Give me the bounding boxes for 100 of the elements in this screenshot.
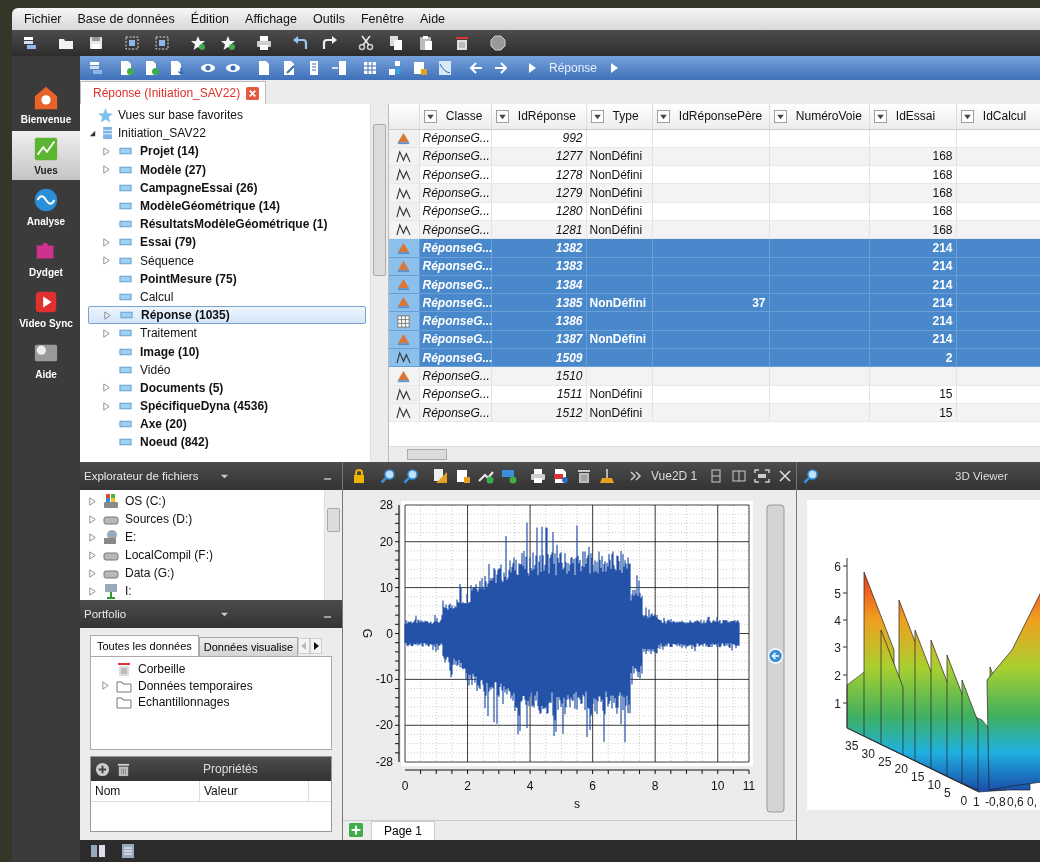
tick-label: 3: [834, 641, 841, 655]
table-cell: 168: [869, 165, 956, 184]
drive-item[interactable]: Data (G:): [88, 564, 324, 582]
tree-item[interactable]: Documents (5): [88, 378, 370, 397]
column-header[interactable]: Nom: [91, 781, 200, 801]
tree-item[interactable]: Noeud (842): [88, 433, 370, 452]
tick-label: -10: [375, 672, 393, 687]
page-tab[interactable]: Page 1: [371, 821, 436, 840]
tick-label: 20: [894, 762, 908, 777]
sidebar-item[interactable]: Vues: [12, 131, 80, 180]
menu-item[interactable]: Outils: [304, 12, 353, 26]
column-header[interactable]: NuméroVoie: [769, 104, 869, 129]
table-cell: RéponseG...: [419, 165, 491, 184]
view-title: Vue2D 1: [651, 469, 698, 483]
table-cell: 992: [491, 129, 586, 148]
tree-item[interactable]: Calcul: [88, 287, 370, 307]
tick-label: 35: [845, 739, 859, 753]
table-cell: RéponseG...: [419, 129, 491, 148]
sidebar-item[interactable]: Analyse: [12, 182, 80, 231]
panel-title: 3D Viewer: [955, 470, 1008, 482]
tree-item[interactable]: Corbeille: [101, 661, 331, 678]
tick-label: 10: [711, 779, 725, 793]
panel-title: Propriétés: [203, 762, 258, 776]
tree-item[interactable]: ModèleGéométrique (14): [88, 196, 370, 216]
tree-item[interactable]: Vidéo: [88, 360, 370, 379]
tick-label: 28: [379, 498, 393, 512]
sidebar-item[interactable]: Aide: [12, 335, 80, 384]
menu-item[interactable]: Base de données: [69, 12, 183, 26]
menu-item[interactable]: Affichage: [237, 12, 305, 26]
menu-item[interactable]: Aide: [412, 12, 454, 26]
tick-label: 2: [464, 779, 471, 793]
tree-item[interactable]: RésultatsModèleGéométrique (1): [88, 215, 370, 234]
column-header[interactable]: IdEssai: [869, 104, 956, 129]
tree-item[interactable]: Modèle (27): [88, 160, 370, 179]
tick-label: 25: [878, 754, 892, 769]
tree-item[interactable]: PointMesure (75): [88, 269, 370, 288]
table-cell: 15: [869, 385, 956, 404]
sidebar-item[interactable]: Dydget: [12, 233, 80, 282]
tree-item[interactable]: Vues sur base favorites: [88, 106, 370, 125]
sidebar-item[interactable]: Video Sync: [12, 284, 80, 333]
tick-label: 0,: [1027, 795, 1037, 809]
tick-label: 1: [973, 795, 980, 809]
table-cell: NonDéfini: [586, 385, 652, 404]
column-header[interactable]: IdRéponse: [491, 104, 586, 129]
tick-label: 4: [526, 779, 534, 793]
tree-item[interactable]: Projet (14): [88, 142, 370, 161]
tick-label: 6: [834, 560, 841, 574]
tree-item[interactable]: CampagneEssai (26): [88, 178, 370, 197]
column-header[interactable]: Classe: [419, 104, 491, 129]
tree-item[interactable]: Données temporaires: [101, 677, 331, 694]
tick-label: 1: [834, 697, 841, 711]
axis-title: G: [360, 628, 374, 639]
tick-label: 11: [742, 779, 756, 793]
drive-item[interactable]: I:: [88, 582, 324, 600]
panel-title: Portfolio: [83, 608, 128, 620]
menu-item[interactable]: Fenêtre: [352, 12, 412, 26]
tick-label: -0,8: [985, 795, 1006, 809]
tick-label: 0,6: [1007, 795, 1024, 809]
drive-item[interactable]: E:: [88, 528, 324, 546]
tree-item[interactable]: Initiation_SAV22: [88, 124, 370, 143]
sidebar-item[interactable]: Bienvenue: [12, 80, 80, 129]
tick-label: 0: [401, 779, 409, 793]
column-header[interactable]: Type: [586, 104, 652, 129]
drive-item[interactable]: LocalCompil (F:): [88, 546, 324, 564]
drive-item[interactable]: OS (C:): [88, 492, 324, 510]
tick-label: 0: [960, 793, 968, 808]
tree-item[interactable]: Séquence: [88, 251, 370, 270]
document-tab[interactable]: Réponse (Initiation_SAV22): [80, 81, 267, 104]
table-cell: RéponseG...: [419, 202, 491, 221]
menu-item[interactable]: Fichier: [16, 12, 70, 26]
drive-item[interactable]: Sources (D:): [88, 510, 324, 528]
tree-item[interactable]: SpécifiqueDyna (4536): [88, 397, 370, 416]
table-cell: 1278: [491, 165, 586, 184]
table-cell: 1280: [491, 202, 586, 221]
tree-item[interactable]: Echantillonnages: [101, 694, 331, 711]
table-cell: 168: [869, 202, 956, 221]
column-header[interactable]: Valeur: [200, 781, 309, 801]
table-cell: RéponseG...: [419, 385, 491, 404]
column-header[interactable]: IdRéponsePère: [652, 104, 769, 129]
tick-label: 30: [861, 746, 875, 761]
menu-item[interactable]: Édition: [182, 12, 238, 26]
tree-item[interactable]: Axe (20): [88, 415, 370, 434]
axis-title: s: [574, 797, 580, 811]
tick-label: 5: [834, 587, 841, 601]
tick-label: -20: [375, 718, 393, 733]
tab[interactable]: Données visualise: [198, 637, 299, 656]
tick-label: -28: [375, 755, 393, 769]
tree-item[interactable]: Traitement: [88, 324, 370, 343]
column-header[interactable]: IdCalcul: [956, 104, 1040, 129]
tree-item[interactable]: Image (10): [88, 342, 370, 361]
tick-label: 20: [379, 534, 393, 549]
panel-title: Explorateur de fichiers: [83, 470, 200, 482]
tick-label: 15: [911, 770, 925, 785]
tree-item[interactable]: Essai (79): [88, 233, 370, 252]
tree-item[interactable]: Réponse (1035): [88, 306, 366, 325]
tick-label: 10: [927, 778, 941, 792]
table-cell: 1511: [491, 385, 586, 404]
tick-label: 10: [379, 580, 393, 595]
tick-label: 0: [386, 626, 393, 641]
tab[interactable]: Toutes les données: [90, 635, 199, 656]
